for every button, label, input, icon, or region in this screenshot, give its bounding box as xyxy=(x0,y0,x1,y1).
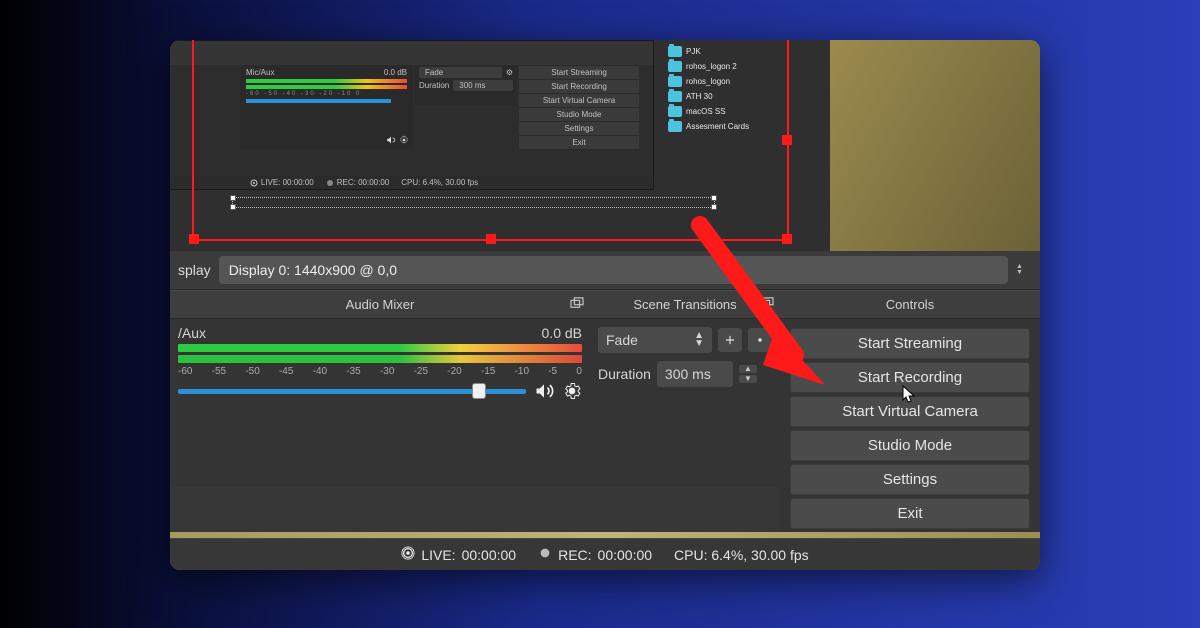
tick: -5 xyxy=(548,366,557,377)
live-time: 00:00:00 xyxy=(462,547,517,563)
tick: 0 xyxy=(576,366,582,377)
dock-headers: Audio Mixer Scene Transitions Controls xyxy=(170,290,1040,319)
resize-handle[interactable] xyxy=(486,234,496,244)
tick: -20 xyxy=(447,366,461,377)
source-selection-outline[interactable] xyxy=(192,40,789,241)
level-meter-l xyxy=(178,344,582,352)
resize-handle[interactable] xyxy=(782,135,792,145)
gear-icon[interactable] xyxy=(562,381,582,401)
audio-mixer-body: /Aux 0.0 dB -60 -55 -50 -45 -40 -35 -30 … xyxy=(170,319,590,487)
mouse-cursor-icon xyxy=(902,385,916,403)
level-meter-r xyxy=(178,355,582,363)
audio-mixer-header: Audio Mixer xyxy=(170,291,590,318)
display-stepper[interactable]: ▲▼ xyxy=(1016,264,1032,276)
transition-settings-button[interactable] xyxy=(748,328,772,352)
tick: -15 xyxy=(481,366,495,377)
controls-title: Controls xyxy=(886,297,934,312)
crop-handle[interactable] xyxy=(711,195,717,201)
mixer-db-value: 0.0 dB xyxy=(542,325,582,341)
slider-thumb[interactable] xyxy=(472,383,486,399)
chevrons-icon: ▲▼ xyxy=(694,332,704,348)
volume-slider[interactable] xyxy=(178,389,526,394)
display-selected: Display 0: 1440x900 @ 0,0 xyxy=(229,262,397,278)
tick: -10 xyxy=(515,366,529,377)
duration-value: 300 ms xyxy=(665,366,711,382)
tick: -40 xyxy=(313,366,327,377)
status-live: LIVE: 00:00:00 xyxy=(401,546,516,563)
tick: -60 xyxy=(178,366,192,377)
broadcast-icon xyxy=(401,546,415,563)
volume-slider-row xyxy=(178,381,582,401)
rec-time: 00:00:00 xyxy=(598,547,653,563)
controls-header: Controls xyxy=(780,291,1040,318)
tick: -25 xyxy=(414,366,428,377)
db-scale: -60 -55 -50 -45 -40 -35 -30 -25 -20 -15 … xyxy=(178,366,582,377)
crop-handle[interactable] xyxy=(230,195,236,201)
studio-mode-button[interactable]: Studio Mode xyxy=(790,430,1030,461)
transitions-title: Scene Transitions xyxy=(633,297,736,312)
status-cpu: CPU: 6.4%, 30.00 fps xyxy=(674,546,809,563)
screenshot-card: ⌄ Mic/Aux 0.0 dB -60 -50 -40 -30 -20 -10… xyxy=(170,40,1040,570)
audio-mixer-title: Audio Mixer xyxy=(346,297,415,312)
exit-button[interactable]: Exit xyxy=(790,498,1030,529)
add-transition-button[interactable] xyxy=(718,328,742,352)
crop-handle[interactable] xyxy=(711,204,717,210)
settings-button[interactable]: Settings xyxy=(790,464,1030,495)
duration-input[interactable]: 300 ms xyxy=(657,361,733,387)
tick: -50 xyxy=(245,366,259,377)
resize-handle[interactable] xyxy=(189,234,199,244)
status-rec: REC: 00:00:00 xyxy=(538,546,652,563)
popout-icon[interactable] xyxy=(760,297,774,309)
tick: -30 xyxy=(380,366,394,377)
display-selector-row: splay Display 0: 1440x900 @ 0,0 ▲▼ xyxy=(170,251,1040,290)
transition-select[interactable]: Fade ▲▼ xyxy=(598,327,712,353)
transition-selected: Fade xyxy=(606,332,638,348)
start-streaming-button[interactable]: Start Streaming xyxy=(790,328,1030,359)
record-icon xyxy=(538,546,552,563)
mixer-channel-label: /Aux xyxy=(178,325,206,341)
speaker-icon[interactable] xyxy=(534,381,554,401)
status-bar: LIVE: 00:00:00 REC: 00:00:00 CPU: 6.4%, … xyxy=(170,538,1040,570)
rec-label: REC: xyxy=(558,547,591,563)
duration-stepper[interactable]: ▲▼ xyxy=(739,364,757,384)
transitions-body: Fade ▲▼ Duration 300 ms ▲▼ xyxy=(590,319,780,487)
popout-icon[interactable] xyxy=(570,297,584,309)
display-dropdown[interactable]: Display 0: 1440x900 @ 0,0 xyxy=(219,256,1008,284)
cpu-text: CPU: 6.4%, 30.00 fps xyxy=(674,547,809,563)
dock-body: /Aux 0.0 dB -60 -55 -50 -45 -40 -35 -30 … xyxy=(170,319,1040,538)
duration-label: Duration xyxy=(598,366,651,382)
preview-area: ⌄ Mic/Aux 0.0 dB -60 -50 -40 -30 -20 -10… xyxy=(170,40,1040,251)
tick: -55 xyxy=(212,366,226,377)
crop-outline[interactable] xyxy=(232,197,715,208)
controls-body: Start Streaming Start Recording Start Vi… xyxy=(780,319,1040,538)
display-label-partial: splay xyxy=(178,262,211,278)
transitions-header: Scene Transitions xyxy=(590,291,780,318)
obs-lower-panel: splay Display 0: 1440x900 @ 0,0 ▲▼ Audio… xyxy=(170,251,1040,570)
tick: -45 xyxy=(279,366,293,377)
tick: -35 xyxy=(346,366,360,377)
resize-handle[interactable] xyxy=(782,234,792,244)
crop-handle[interactable] xyxy=(230,204,236,210)
live-label: LIVE: xyxy=(421,547,455,563)
